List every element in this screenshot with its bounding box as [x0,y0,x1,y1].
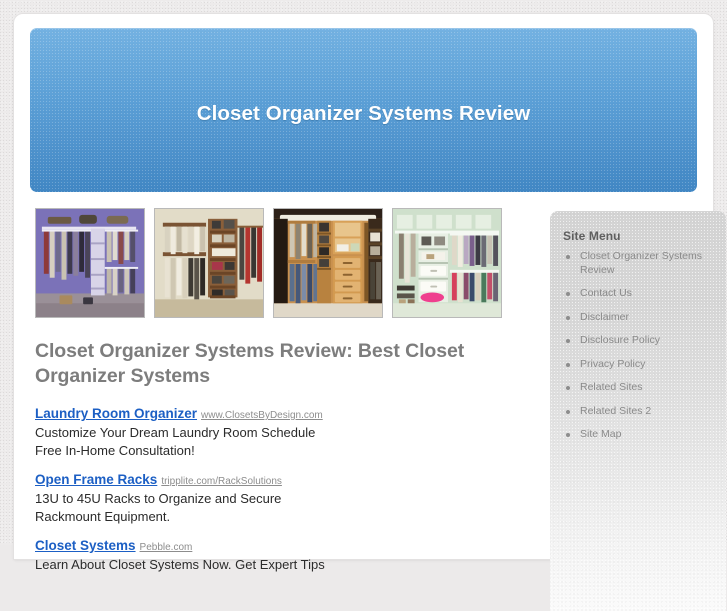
ad-url-link[interactable]: Pebble.com [140,542,193,553]
ad-description-line: 13U to 45U Racks to Organize and Secure [35,491,282,506]
sidebar-inner: Site Menu Closet Organizer Systems Revie… [550,211,726,442]
sidebar-item-label: Related Sites [580,381,643,393]
ad-block: Laundry Room Organizer www.ClosetsByDesig… [35,406,535,574]
sidebar-item-privacy-policy[interactable]: Privacy Policy [563,358,714,372]
ad-description-line: Customize Your Dream Laundry Room Schedu… [35,425,316,440]
thumbnail-closet-wood-shelving[interactable] [154,208,264,318]
bullet-icon [566,386,570,390]
sidebar-item-contact-us[interactable]: Contact Us [563,287,714,301]
ad-description-line: Rackmount Equipment. [35,508,171,524]
bullet-icon [566,255,570,259]
thumbnail-closet-purple-wall[interactable] [35,208,145,318]
main-content: Closet Organizer Systems Review: Best Cl… [35,208,535,587]
sidebar-item-label: Closet Organizer Systems Review [580,250,702,276]
ad-description-line: Free In-Home Consultation! [35,442,195,458]
bullet-icon [566,409,570,414]
ad-title-link[interactable]: Closet Systems [35,538,136,553]
ad-url-link[interactable]: www.ClosetsByDesign.com [201,410,323,421]
ad-item: Laundry Room Organizer www.ClosetsByDesig… [35,406,535,459]
sidebar-item-disclosure-policy[interactable]: Disclosure Policy [563,334,714,348]
page-title: Closet Organizer Systems Review: Best Cl… [35,340,465,387]
ad-item: Closet Systems Pebble.com Learn About Clo… [35,538,535,574]
bullet-icon [566,315,570,320]
site-title: Closet Organizer Systems Review [196,102,531,125]
sidebar-item-label: Disclaimer [580,310,630,323]
ad-headline: Laundry Room Organizer www.ClosetsByDesig… [35,406,535,424]
thumbnail-closet-oak-drawers[interactable] [273,208,383,318]
sidebar-item-closet-organizer-systems-review[interactable]: Closet Organizer Systems Review [563,250,714,277]
ad-url-link[interactable]: tripplite.com/RackSolutions [161,476,282,487]
sidebar-heading: Site Menu [563,229,621,243]
sidebar: Site Menu Closet Organizer Systems Revie… [550,211,726,611]
sidebar-item-site-map[interactable]: Site Map [563,428,714,442]
site-menu-list: Closet Organizer Systems Review Contact … [563,250,714,442]
sidebar-item-label: Contact Us [580,287,632,299]
sidebar-item-disclaimer[interactable]: Disclaimer [563,311,714,325]
bullet-icon [566,433,570,437]
ad-headline: Closet Systems Pebble.com [35,538,535,556]
bullet-icon [566,339,570,343]
ad-title-link[interactable]: Laundry Room Organizer [35,406,197,421]
sidebar-item-label: Disclosure Policy [580,334,660,346]
sidebar-item-label: Related Sites 2 [580,404,652,417]
sidebar-item-label: Site Map [580,428,622,440]
sidebar-item-label: Privacy Policy [580,357,646,370]
ad-title-link[interactable]: Open Frame Racks [35,472,157,487]
sidebar-item-related-sites[interactable]: Related Sites [563,381,714,395]
ad-headline: Open Frame Racks tripplite.com/RackSoluti… [35,472,535,490]
ad-description-line: Learn About Closet Systems Now. Get Expe… [35,557,325,572]
thumbnail-strip [35,208,535,318]
site-header-banner: Closet Organizer Systems Review [30,28,697,192]
page-container: Closet Organizer Systems Review Closet O… [14,14,726,611]
sidebar-item-related-sites-2[interactable]: Related Sites 2 [563,405,714,419]
bullet-icon [566,292,570,296]
thumbnail-closet-green-wire[interactable] [392,208,502,318]
bullet-icon [566,362,570,367]
ad-item: Open Frame Racks tripplite.com/RackSoluti… [35,472,535,525]
